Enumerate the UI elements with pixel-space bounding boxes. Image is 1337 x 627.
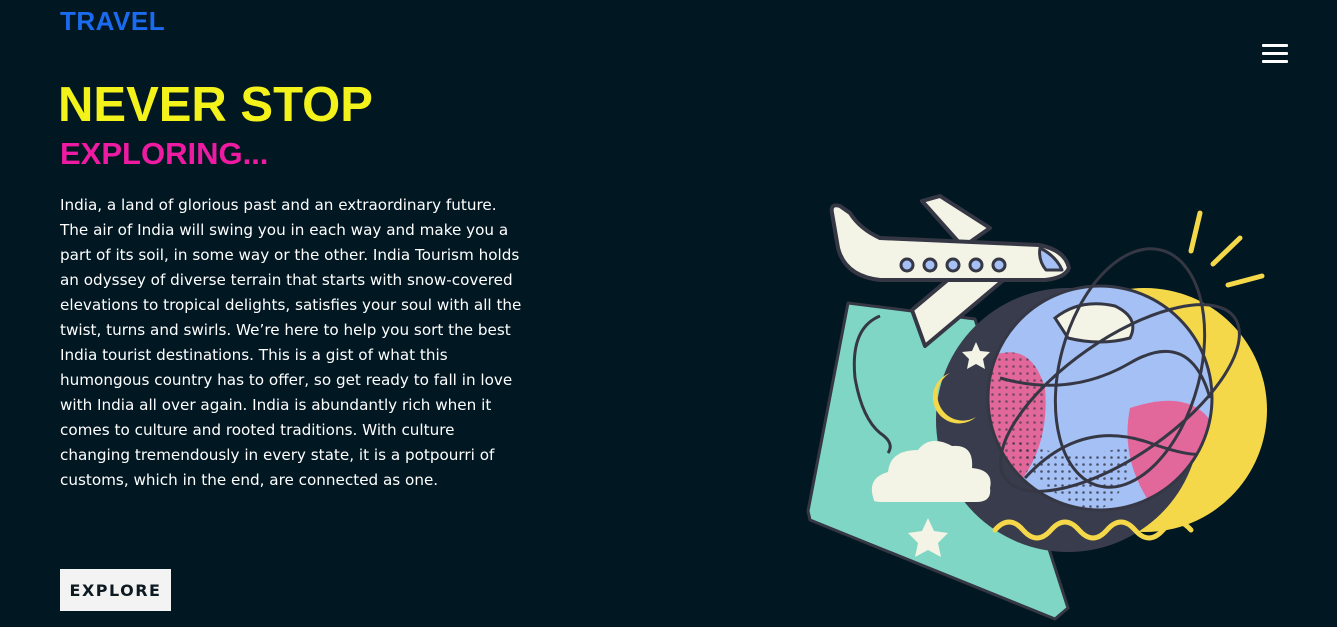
sun-rays (1188, 210, 1265, 288)
hamburger-menu-icon[interactable] (1262, 42, 1290, 66)
airplane-globe-illustration (806, 194, 1267, 621)
hero-subtitle: EXPLORING... (60, 136, 269, 171)
hero-title: NEVER STOP (58, 78, 373, 132)
explore-button[interactable]: EXPLORE (60, 569, 171, 611)
menu-line (1262, 52, 1288, 55)
menu-line (1262, 60, 1288, 63)
menu-line (1262, 44, 1288, 47)
logo[interactable]: TRAVEL (60, 6, 165, 37)
page: TRAVEL NEVER STOP EXPLORING... India, a … (0, 0, 1337, 627)
hero-description: India, a land of glorious past and an ex… (60, 196, 522, 489)
